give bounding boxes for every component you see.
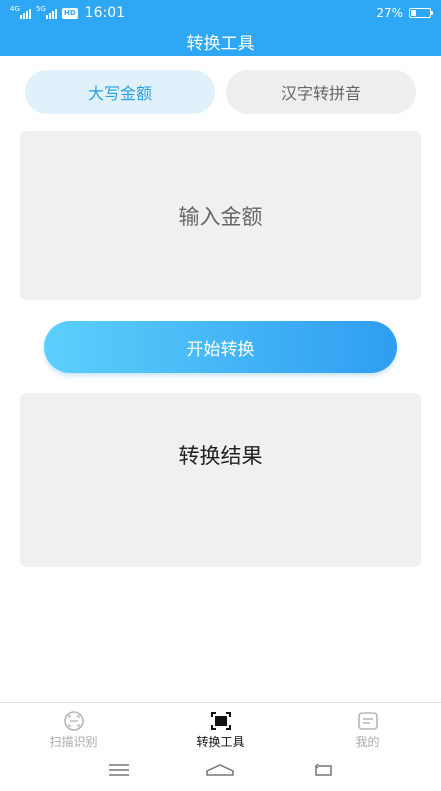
battery-icon: [409, 8, 433, 18]
convert-tool-icon: [210, 711, 232, 731]
system-nav-bar: [0, 752, 441, 791]
signal-4g-icon: 4G: [10, 5, 31, 19]
back-icon[interactable]: [311, 762, 333, 781]
status-time: 16:01: [84, 5, 126, 21]
start-convert-label: 开始转换: [186, 339, 255, 360]
amount-input[interactable]: 输入金额: [20, 131, 421, 300]
profile-icon: [357, 711, 379, 731]
start-convert-button[interactable]: 开始转换: [44, 321, 397, 373]
menu-icon[interactable]: [108, 762, 130, 781]
amount-input-placeholder: 输入金额: [178, 204, 263, 229]
result-text: 转换结果: [178, 444, 263, 468]
nav-label: 扫描识别: [49, 735, 98, 749]
tab-label: 大写金额: [87, 84, 152, 103]
signal-5g-icon: 5G: [36, 5, 57, 19]
page-title: 转换工具: [186, 33, 255, 54]
status-bar-right: 27%: [376, 6, 433, 20]
battery-percent: 27%: [376, 6, 403, 20]
hd-voice-icon: HD: [62, 7, 78, 19]
home-icon[interactable]: [205, 762, 235, 781]
tab-label: 汉字转拼音: [280, 84, 361, 103]
status-bar-left: 4G 5G HD 16:01: [10, 5, 125, 21]
status-bar: 4G 5G HD 16:01 27%: [0, 0, 441, 26]
tab-hanzi-to-pinyin[interactable]: 汉字转拼音: [226, 70, 416, 114]
nav-label: 转换工具: [196, 735, 245, 749]
nav-item-convert-tool[interactable]: 转换工具: [147, 703, 294, 752]
result-panel: 转换结果: [20, 393, 421, 567]
tab-uppercase-amount[interactable]: 大写金额: [25, 70, 215, 114]
nav-item-profile[interactable]: 我的: [294, 703, 441, 752]
nav-item-scan[interactable]: 扫描识别: [0, 703, 147, 752]
nav-label: 我的: [355, 735, 380, 749]
bottom-nav: 扫描识别 转换工具 我的: [0, 702, 441, 752]
scan-icon: [63, 711, 85, 731]
title-bar: 转换工具: [0, 26, 441, 56]
